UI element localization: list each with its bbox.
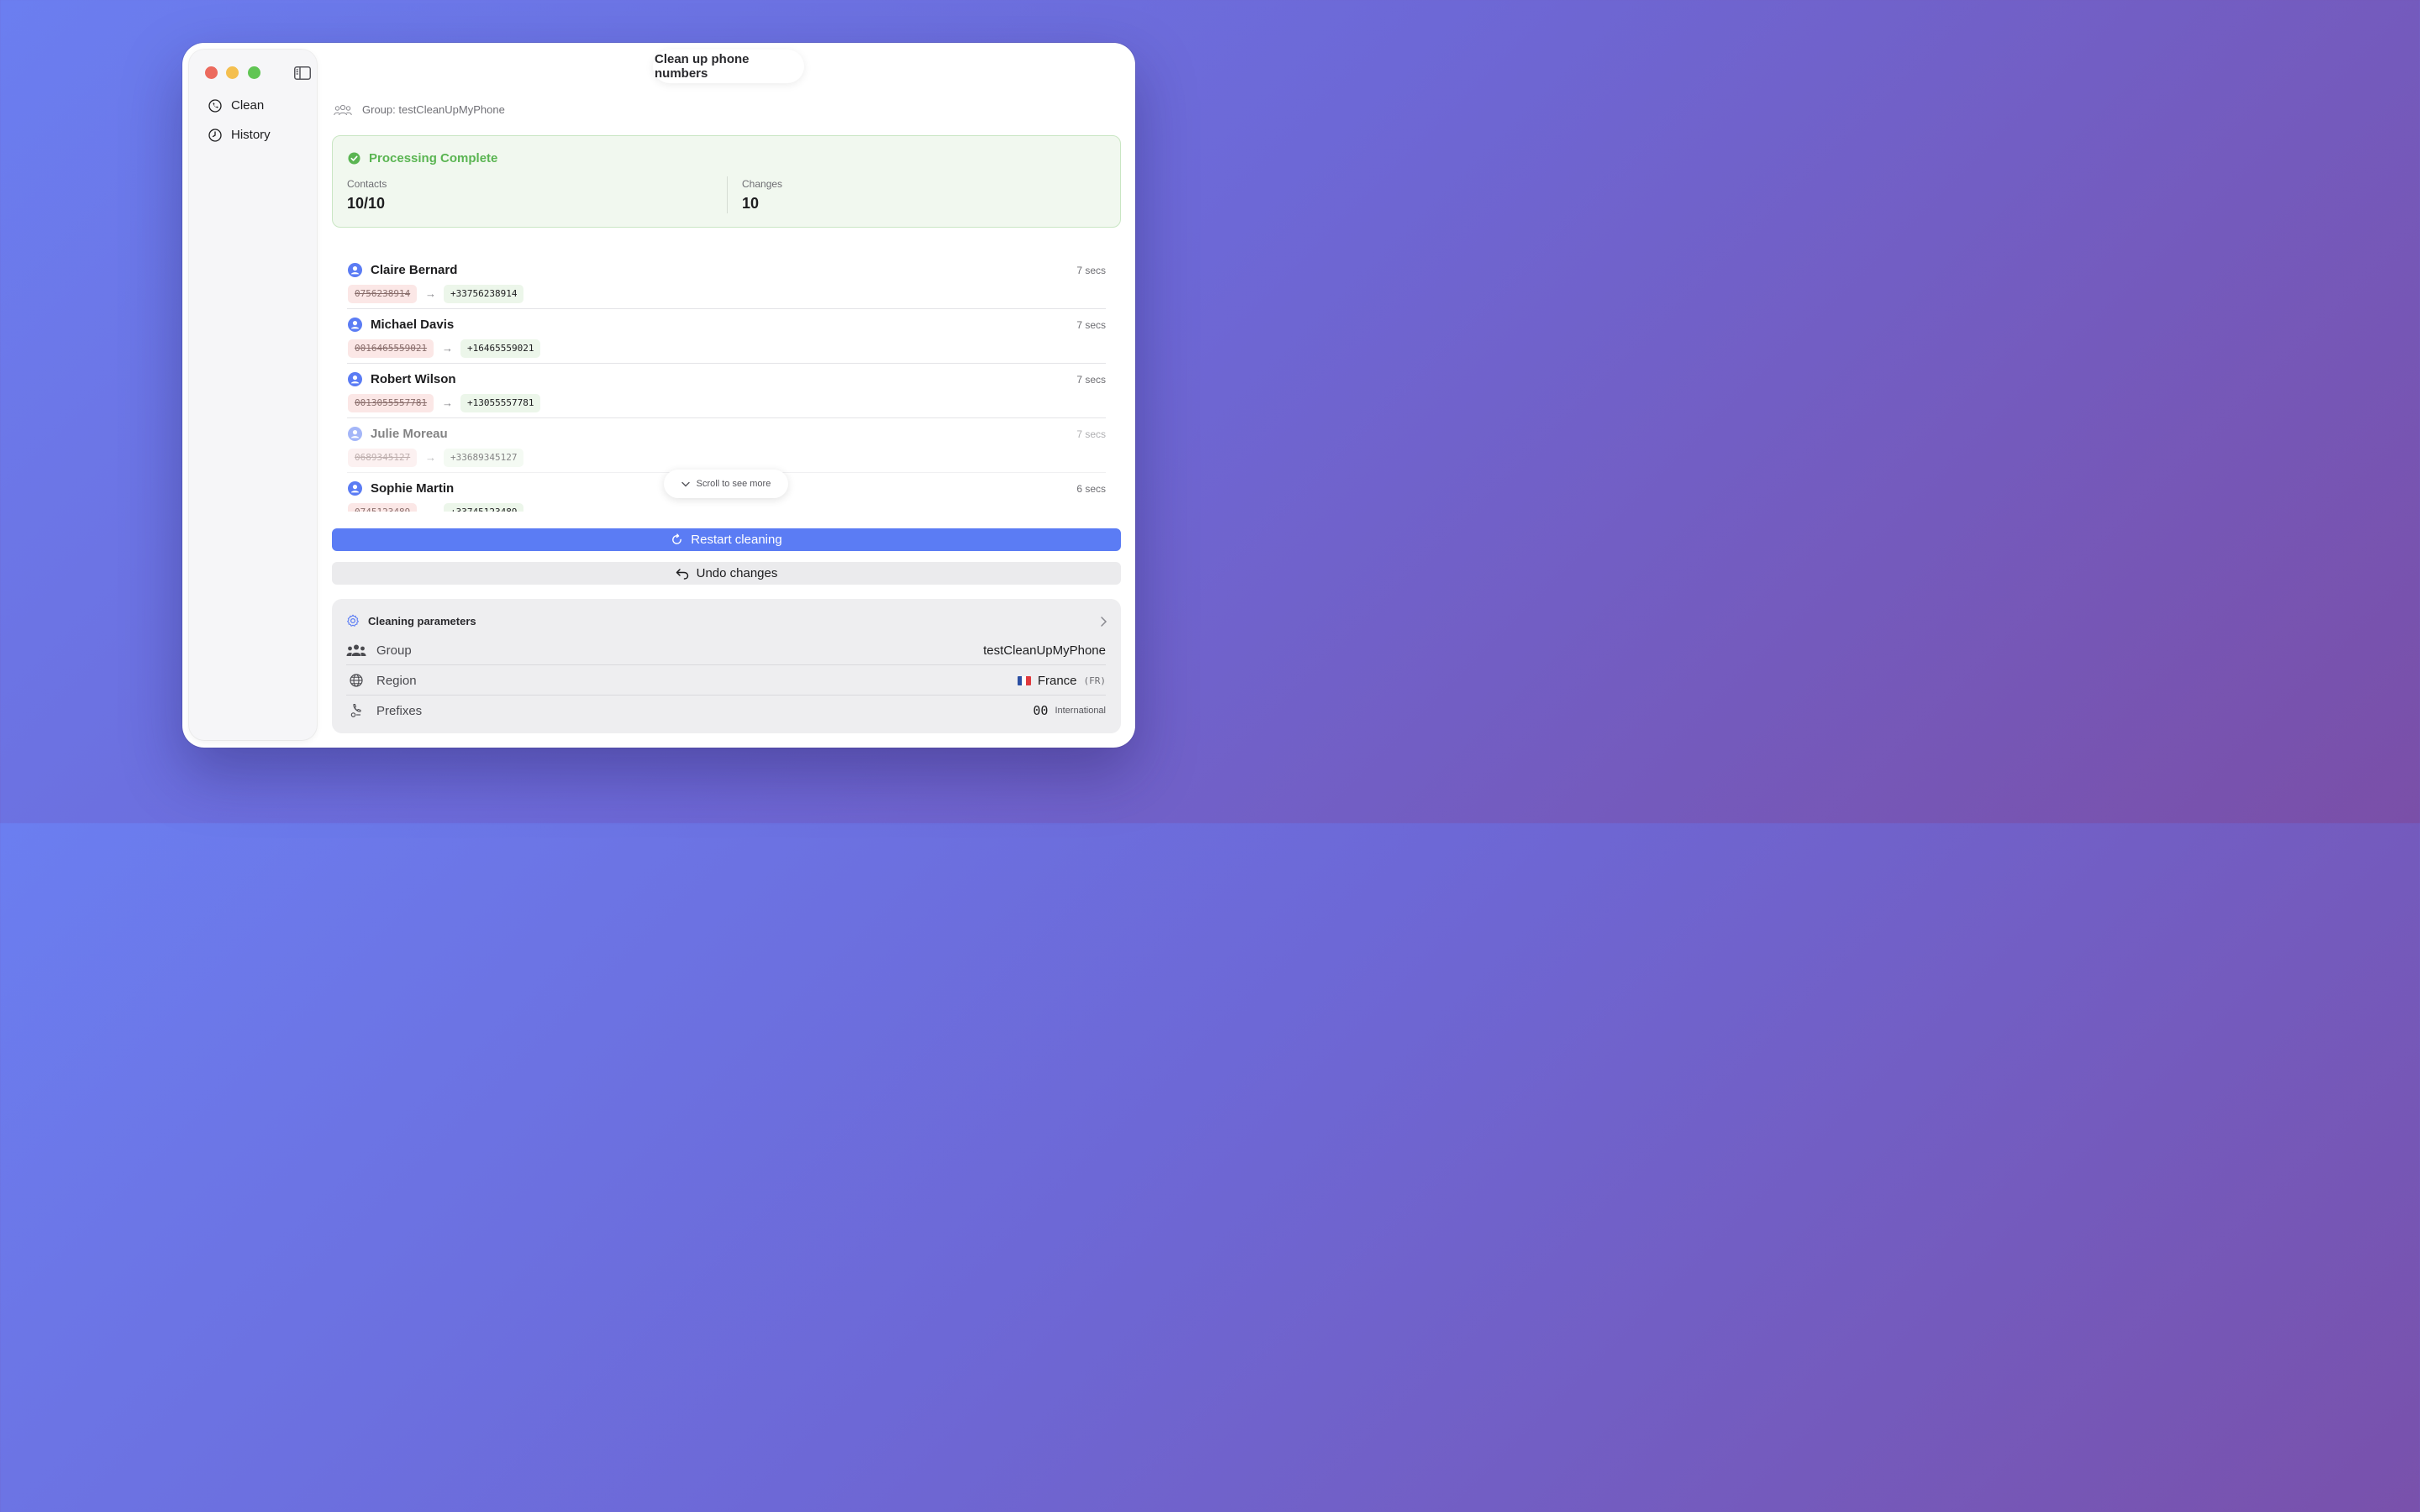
- contact-name: Claire Bernard: [371, 263, 458, 277]
- list-item[interactable]: Claire Bernard 7 secs 0756238914 → +3375…: [347, 255, 1106, 309]
- param-label: Group: [376, 643, 412, 658]
- sidebar-item-label: History: [231, 128, 271, 142]
- phone-prefix-icon: [350, 703, 361, 717]
- clock-icon: [208, 128, 222, 142]
- param-value: France: [1037, 673, 1077, 688]
- app-window: Clean History Clean up phone numbers Gro…: [182, 43, 1135, 748]
- contact-time: 6 secs: [1076, 483, 1106, 495]
- status-card: Processing Complete Contacts 10/10 Chang…: [332, 135, 1121, 228]
- list-item[interactable]: Julie Moreau 7 secs 0689345127 → +336893…: [347, 418, 1106, 473]
- list-item[interactable]: Robert Wilson 7 secs 0013055557781 → +13…: [347, 364, 1106, 418]
- sidebar-item-history[interactable]: History: [208, 128, 271, 142]
- chevron-right-icon[interactable]: [1099, 616, 1107, 627]
- old-number: 0016465559021: [348, 339, 434, 358]
- param-value: testCleanUpMyPhone: [983, 643, 1106, 658]
- group-icon: [346, 644, 366, 656]
- france-flag-icon: [1017, 675, 1031, 685]
- status-title: Processing Complete: [348, 151, 497, 165]
- sidebar-toggle-icon[interactable]: [294, 66, 311, 80]
- cleaning-parameters-title: Cleaning parameters: [368, 614, 476, 627]
- new-number: +33689345127: [444, 449, 524, 467]
- globe-icon: [350, 674, 363, 687]
- arrow-right-icon: →: [425, 503, 436, 512]
- group-header: Group: testCleanUpMyPhone: [334, 103, 505, 116]
- new-number: +33745123489: [444, 503, 524, 512]
- param-label: Region: [376, 673, 417, 688]
- sidebar: Clean History: [189, 50, 317, 740]
- contact-time: 7 secs: [1076, 265, 1106, 276]
- gear-icon: [347, 614, 359, 627]
- param-value: 00: [1033, 703, 1049, 718]
- arrow-right-icon: →: [442, 396, 453, 409]
- person-icon: [348, 372, 362, 386]
- contact-name: Michael Davis: [371, 318, 455, 332]
- contact-name: Julie Moreau: [371, 427, 448, 441]
- group-icon: [334, 104, 352, 115]
- prefix-note: International: [1055, 706, 1106, 716]
- changes-value: 10: [742, 195, 760, 212]
- restart-cleaning-label: Restart cleaning: [691, 533, 782, 547]
- param-row-group: Group testCleanUpMyPhone: [346, 635, 1106, 665]
- contact-time: 7 secs: [1076, 319, 1106, 331]
- undo-changes-label: Undo changes: [696, 566, 778, 580]
- old-number: 0745123489: [348, 503, 418, 512]
- window-title: Clean up phone numbers: [653, 50, 804, 83]
- group-header-text: Group: testCleanUpMyPhone: [362, 103, 505, 116]
- contact-time: 7 secs: [1076, 428, 1106, 440]
- undo-changes-button[interactable]: Undo changes: [332, 562, 1121, 585]
- region-code: (FR): [1083, 675, 1107, 686]
- refresh-icon: [672, 533, 682, 544]
- checkmark-circle-icon: [348, 152, 360, 165]
- arrow-right-icon: →: [442, 342, 453, 354]
- param-label: Prefixes: [376, 703, 423, 718]
- person-icon: [348, 263, 362, 277]
- cleaning-parameters-panel: Cleaning parameters Group testCleanUpMyP…: [332, 599, 1121, 733]
- stat-divider: [727, 176, 728, 213]
- contact-time: 7 secs: [1076, 374, 1106, 386]
- changes-label: Changes: [742, 178, 783, 190]
- contact-name: Robert Wilson: [371, 372, 456, 386]
- new-number: +13055557781: [460, 394, 541, 412]
- arrow-right-icon: →: [425, 451, 436, 464]
- contacts-label: Contacts: [347, 178, 387, 190]
- param-row-prefixes: Prefixes 00 International: [346, 696, 1106, 726]
- sidebar-item-label: Clean: [231, 98, 265, 113]
- old-number: 0689345127: [348, 449, 418, 467]
- new-number: +16465559021: [460, 339, 541, 358]
- status-title-text: Processing Complete: [369, 151, 498, 165]
- old-number: 0013055557781: [348, 394, 434, 412]
- person-icon: [348, 427, 362, 441]
- restart-cleaning-button[interactable]: Restart cleaning: [332, 528, 1121, 551]
- contacts-value: 10/10: [347, 195, 386, 212]
- minimize-window-button[interactable]: [226, 66, 239, 79]
- scroll-hint-text: Scroll to see more: [696, 479, 771, 489]
- phone-icon: [208, 98, 222, 113]
- arrow-right-icon: →: [425, 287, 436, 300]
- close-window-button[interactable]: [205, 66, 218, 79]
- chevron-down-icon: [681, 481, 690, 486]
- person-icon: [348, 318, 362, 332]
- person-icon: [348, 481, 362, 496]
- param-row-region: Region France (FR): [346, 665, 1106, 696]
- scroll-hint[interactable]: Scroll to see more: [664, 470, 788, 498]
- list-item[interactable]: Michael Davis 7 secs 0016465559021 → +16…: [347, 309, 1106, 364]
- old-number: 0756238914: [348, 285, 418, 303]
- zoom-window-button[interactable]: [248, 66, 260, 79]
- undo-icon: [676, 568, 688, 580]
- sidebar-item-clean[interactable]: Clean: [208, 98, 264, 113]
- cleaning-parameters-header[interactable]: Cleaning parameters: [346, 614, 476, 627]
- new-number: +33756238914: [444, 285, 524, 303]
- contact-name: Sophie Martin: [371, 481, 455, 496]
